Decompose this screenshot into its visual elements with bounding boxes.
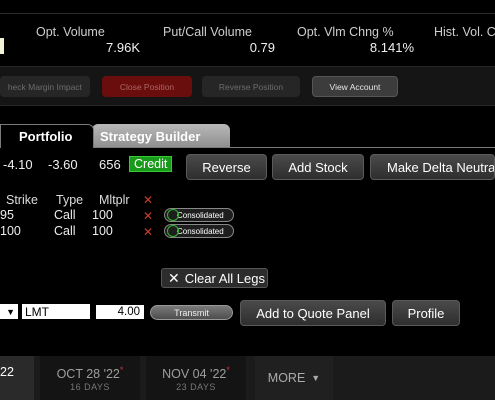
chevron-down-icon: ▼ [6,306,15,317]
check-margin-impact-button[interactable]: heck Margin Impact [0,76,90,97]
more-expiries-button[interactable]: MORE ▼ [255,356,333,400]
view-account-button[interactable]: View Account [312,76,398,97]
opt-vlm-chng-label: Opt. Vlm Chng % [297,25,394,39]
route-label: Consolidated [177,210,224,220]
leg-strike: 100 [0,224,21,238]
expiry-date: OCT 28 '22 [56,367,120,382]
route-selector[interactable]: Consolidated [164,208,234,222]
tab-strategy-builder[interactable]: Strategy Builder [92,124,230,148]
put-call-volume-label: Put/Call Volume [163,25,252,39]
leg-type: Call [54,224,76,238]
remove-leg-icon[interactable]: ✕ [143,209,153,223]
order-type-field[interactable]: LMT [22,304,90,319]
make-delta-neutral-button[interactable]: Make Delta Neutra [370,154,495,180]
order-side-dropdown[interactable]: ▼ [0,304,18,319]
summary-quantity: 656 [99,157,121,172]
opt-volume-label: Opt. Volume [36,25,105,39]
remove-leg-icon[interactable]: ✕ [143,225,153,239]
expiry-tab-selected[interactable]: 22 [0,356,34,400]
add-stock-button[interactable]: Add Stock [272,154,364,180]
expiry-date: NOV 04 '22 [162,367,227,382]
opt-volume-value: 7.96K [106,40,140,55]
clear-all-legs-button[interactable]: ✕ Clear All Legs [161,268,268,288]
expiry-tab-oct-28[interactable]: OCT 28 '22* 16 DAYS [40,356,140,400]
credit-badge: Credit [129,156,173,172]
truncated-value-box [0,38,4,54]
route-selector[interactable]: Consolidated [164,224,234,238]
close-icon: ✕ [168,269,180,286]
hist-vol-label: Hist. Vol. C [434,25,495,39]
summary-value-2: -3.60 [48,157,78,172]
tab-divider [94,147,495,148]
caret-down-icon: ▼ [311,373,321,383]
action-bar: heck Margin Impact Close Position Revers… [0,66,495,106]
leg-type: Call [54,208,76,222]
opt-vlm-chng-value: 8.141% [369,40,414,55]
tab-portfolio[interactable]: Portfolio [0,124,94,148]
tab-strip: Strategy Builder Portfolio [0,124,495,148]
limit-price-input[interactable]: 4.00 [96,305,144,319]
add-to-quote-panel-button[interactable]: Add to Quote Panel [240,300,386,326]
close-position-button[interactable]: Close Position [102,76,192,97]
top-strip [0,0,495,14]
leg-mltplr: 100 [92,224,113,238]
expiry-date: 22 [0,365,14,379]
route-circle-icon [167,209,179,221]
remove-all-legs-icon[interactable]: ✕ [143,193,153,207]
reverse-button[interactable]: Reverse [186,154,267,180]
route-label: Consolidated [177,226,224,236]
strike-header: Strike [6,193,38,207]
expiry-days: 23 DAYS [176,382,216,393]
reverse-position-button[interactable]: Reverse Position [202,76,300,97]
expiry-days: 16 DAYS [70,382,110,393]
transmit-button[interactable]: Transmit [150,305,233,320]
clear-all-legs-label: Clear All Legs [184,270,265,286]
leg-mltplr: 100 [92,208,113,222]
more-label: MORE [267,371,306,385]
profile-button[interactable]: Profile [392,300,460,326]
stats-header: Opt. Volume 7.96K Put/Call Volume 0.79 O… [0,0,495,64]
type-header: Type [56,193,84,207]
expiry-tab-nov-04[interactable]: NOV 04 '22* 23 DAYS [146,356,246,400]
mltplr-header: Mltplr [99,193,130,207]
leg-strike: 95 [0,208,14,222]
summary-value-1: -4.10 [3,157,33,172]
route-circle-icon [167,225,179,237]
put-call-volume-value: 0.79 [249,40,275,55]
